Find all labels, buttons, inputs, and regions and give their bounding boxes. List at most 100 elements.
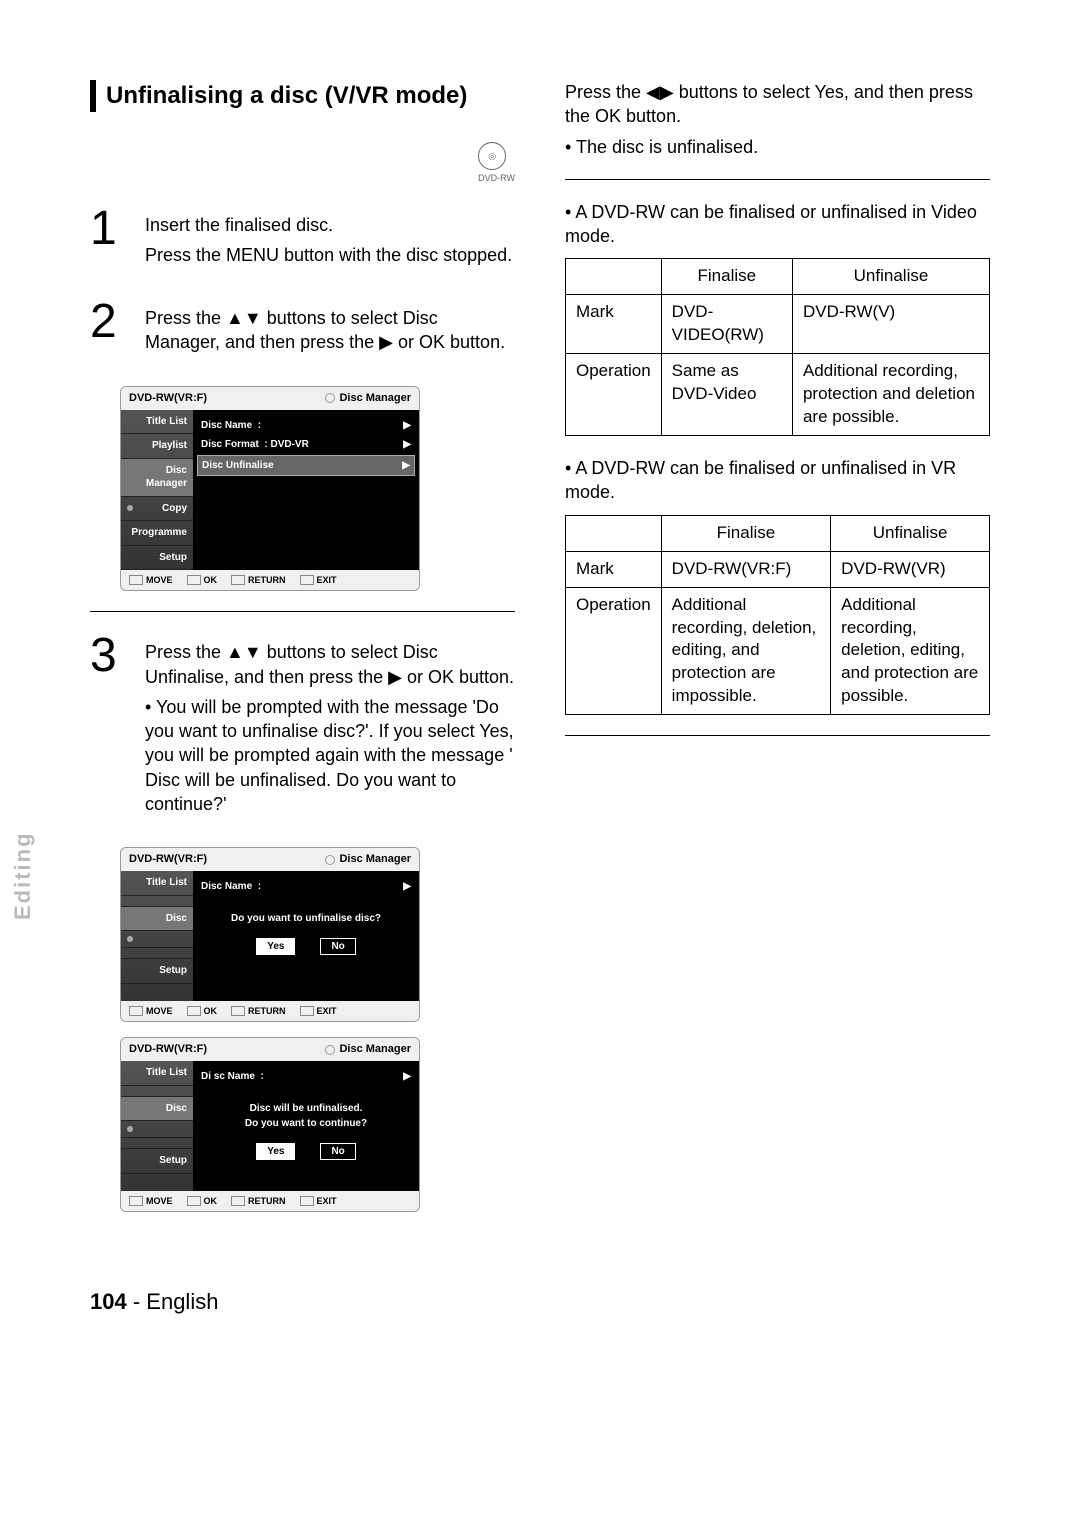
- right-arrow-icon: ▶: [403, 438, 411, 452]
- osd-side-item: Playlist: [121, 434, 193, 459]
- th: Finalise: [661, 515, 831, 551]
- osd-message-line2: Do you want to continue?: [201, 1116, 411, 1131]
- osd-no-button: No: [320, 1143, 355, 1161]
- text: Press the: [565, 82, 646, 102]
- disc-type-badge: ◎ DVD-RW: [90, 142, 515, 184]
- osd-foot-return: RETURN: [231, 574, 286, 586]
- osd-side-item: Setup: [121, 959, 193, 984]
- step2-text: Press the ▲▼ buttons to select Disc Mana…: [145, 306, 515, 355]
- osd-side-item: Title List: [121, 1061, 193, 1086]
- td: DVD-RW(VR:F): [661, 551, 831, 587]
- right-arrow-icon: ▶: [388, 667, 402, 687]
- step1-line1: Insert the finalised disc.: [145, 213, 515, 237]
- td: Mark: [566, 295, 662, 354]
- td: Additional recording, deletion, editing,…: [831, 587, 990, 715]
- page-number: 104: [90, 1289, 127, 1314]
- osd-row-label: Di sc Name: [201, 1071, 255, 1082]
- text: Press the: [145, 642, 226, 662]
- osd-side-item: Title List: [121, 410, 193, 435]
- right-intro: Press the ◀▶ buttons to select Yes, and …: [565, 80, 990, 159]
- step3-bullet: You will be prompted with the message 'D…: [145, 695, 515, 816]
- osd-foot-return: RETURN: [231, 1195, 286, 1207]
- osd-side-item: [121, 1121, 193, 1138]
- updown-arrow-icon: ▲▼: [226, 642, 262, 662]
- right-intro-bullet: The disc is unfinalised.: [565, 135, 990, 159]
- osd-row-label: Disc Unfinalise: [202, 459, 274, 473]
- osd-foot-move: MOVE: [129, 1195, 173, 1207]
- osd-screenshot-3: DVD-RW(VR:F) Disc Manager Title List Dis…: [120, 1037, 420, 1212]
- osd-side-item: Programme: [121, 521, 193, 546]
- osd-title-left: DVD-RW(VR:F): [129, 1042, 207, 1057]
- th: Finalise: [661, 259, 792, 295]
- section-heading: Unfinalising a disc (V/VR mode): [90, 80, 515, 112]
- osd-message: Do you want to unfinalise disc?: [201, 911, 411, 926]
- osd-side-item: Title List: [121, 871, 193, 896]
- osd-title-right: Disc Manager: [325, 391, 411, 406]
- osd-side-item: Setup: [121, 546, 193, 571]
- vr-mode-table: Finalise Unfinalise Mark DVD-RW(VR:F) DV…: [565, 515, 990, 716]
- td: DVD-RW(V): [792, 295, 989, 354]
- osd-row-value: :: [258, 420, 261, 431]
- leftright-arrow-icon: ◀▶: [646, 82, 674, 102]
- osd-row-label: Disc Name: [201, 881, 252, 892]
- osd-side-item: Disc: [121, 1097, 193, 1122]
- step-number: 2: [90, 298, 130, 361]
- step1-line2: Press the MENU button with the disc stop…: [145, 243, 515, 267]
- td: DVD-VIDEO(RW): [661, 295, 792, 354]
- osd-side-item: [121, 948, 193, 959]
- right-arrow-icon: ▶: [403, 1070, 411, 1084]
- text: -: [127, 1289, 147, 1314]
- divider: [90, 611, 515, 612]
- osd-foot-move: MOVE: [129, 574, 173, 586]
- osd-row-value: :: [260, 1071, 263, 1082]
- osd-title-left: DVD-RW(VR:F): [129, 852, 207, 867]
- osd-foot-ok: OK: [187, 574, 218, 586]
- right-arrow-icon: ▶: [402, 459, 410, 473]
- osd-screenshot-1: DVD-RW(VR:F) Disc Manager Title List Pla…: [120, 386, 420, 591]
- right-arrow-icon: ▶: [403, 880, 411, 894]
- osd-foot-exit: EXIT: [300, 1005, 337, 1017]
- chapter-side-label: Editing: [8, 831, 38, 920]
- osd-row-label: Disc Format: [201, 439, 259, 450]
- td: Additional recording, deletion, editing,…: [661, 587, 831, 715]
- right-note-1: A DVD-RW can be finalised or unfinalised…: [565, 200, 990, 249]
- osd-yes-button: Yes: [256, 938, 295, 956]
- th: [566, 515, 662, 551]
- osd-title-right: Disc Manager: [325, 1042, 411, 1057]
- osd-side-item: Disc Manager: [121, 459, 193, 497]
- step3-text: Press the ▲▼ buttons to select Disc Unfi…: [145, 640, 515, 689]
- right-arrow-icon: ▶: [403, 419, 411, 433]
- osd-row-label: Disc Name: [201, 420, 252, 431]
- osd-foot-return: RETURN: [231, 1005, 286, 1017]
- th: Unfinalise: [792, 259, 989, 295]
- osd-yes-button: Yes: [256, 1143, 295, 1161]
- osd-title-right: Disc Manager: [325, 852, 411, 867]
- step-1: 1 Insert the finalised disc. Press the M…: [90, 205, 515, 274]
- osd-screenshot-2: DVD-RW(VR:F) Disc Manager Title List Dis…: [120, 847, 420, 1022]
- osd-message-line1: Disc will be unfinalised.: [201, 1101, 411, 1116]
- osd-side-item: Disc: [121, 907, 193, 932]
- osd-foot-exit: EXIT: [300, 574, 337, 586]
- text: Press the: [145, 308, 226, 328]
- td: Additional recording, protection and del…: [792, 354, 989, 436]
- osd-side-item: Copy: [121, 497, 193, 522]
- text: or OK button.: [393, 332, 505, 352]
- osd-row-value: : DVD-VR: [264, 439, 308, 450]
- osd-side-item: Setup: [121, 1149, 193, 1174]
- osd-no-button: No: [320, 938, 355, 956]
- td: Same as DVD-Video: [661, 354, 792, 436]
- td: Operation: [566, 354, 662, 436]
- right-note-2: A DVD-RW can be finalised or unfinalised…: [565, 456, 990, 505]
- osd-side-item: [121, 931, 193, 948]
- th: [566, 259, 662, 295]
- td: DVD-RW(VR): [831, 551, 990, 587]
- divider: [565, 735, 990, 736]
- page-footer: 104 - English: [90, 1287, 990, 1317]
- th: Unfinalise: [831, 515, 990, 551]
- disc-icon: ◎: [478, 142, 506, 170]
- osd-side-item: [121, 1138, 193, 1149]
- page-language: English: [146, 1289, 218, 1314]
- osd-row-value: :: [258, 881, 261, 892]
- step-number: 1: [90, 205, 130, 274]
- video-mode-table: Finalise Unfinalise Mark DVD-VIDEO(RW) D…: [565, 258, 990, 436]
